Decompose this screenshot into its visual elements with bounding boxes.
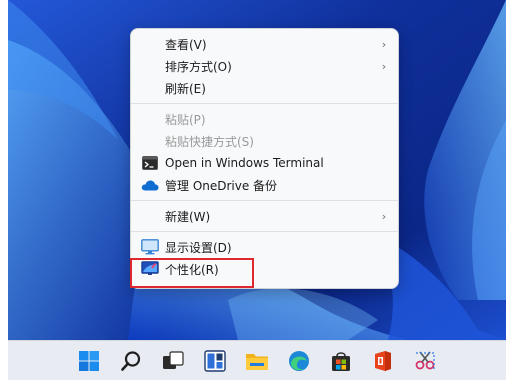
menu-item-label: 管理 OneDrive 备份 <box>165 178 278 193</box>
desktop-context-menu: 查看(V) › 排序方式(O) › 刷新(E) 粘贴(P) 粘贴快捷方式(S) … <box>130 28 399 289</box>
chevron-right-icon: › <box>381 209 387 223</box>
taskbar <box>8 340 506 380</box>
chevron-right-icon: › <box>381 37 387 51</box>
edge-icon[interactable] <box>282 344 316 378</box>
menu-item-onedrive-backup[interactable]: 管理 OneDrive 备份 <box>135 174 394 196</box>
search-icon[interactable] <box>114 344 148 378</box>
office-icon[interactable] <box>366 344 400 378</box>
menu-item-refresh[interactable]: 刷新(E) <box>135 77 394 99</box>
menu-divider <box>131 200 398 201</box>
widgets-icon[interactable] <box>198 344 232 378</box>
task-view-icon[interactable] <box>156 344 190 378</box>
highlight-box <box>130 258 254 288</box>
menu-item-paste[interactable]: 粘贴(P) <box>135 108 394 130</box>
menu-item-new[interactable]: 新建(W) › <box>135 205 394 227</box>
menu-item-label: 粘贴(P) <box>165 112 206 127</box>
menu-item-open-terminal[interactable]: Open in Windows Terminal <box>135 152 394 174</box>
menu-item-display-settings[interactable]: 显示设置(D) <box>135 236 394 258</box>
menu-divider <box>131 231 398 232</box>
menu-item-label: 查看(V) <box>165 37 207 52</box>
menu-item-paste-shortcut[interactable]: 粘贴快捷方式(S) <box>135 130 394 152</box>
menu-item-label: 显示设置(D) <box>165 240 232 255</box>
menu-item-label: 新建(W) <box>165 209 211 224</box>
menu-item-sort-by[interactable]: 排序方式(O) › <box>135 55 394 77</box>
chevron-right-icon: › <box>381 59 387 73</box>
terminal-icon <box>135 156 165 170</box>
menu-item-label: 排序方式(O) <box>165 59 232 74</box>
file-explorer-icon[interactable] <box>240 344 274 378</box>
onedrive-icon <box>135 179 165 191</box>
menu-item-view[interactable]: 查看(V) › <box>135 33 394 55</box>
menu-item-label: 粘贴快捷方式(S) <box>165 134 254 149</box>
display-icon <box>135 239 165 255</box>
store-icon[interactable] <box>324 344 358 378</box>
snipping-tool-icon[interactable] <box>408 344 442 378</box>
menu-item-label: 刷新(E) <box>165 81 206 96</box>
menu-item-label: Open in Windows Terminal <box>165 156 324 170</box>
menu-divider <box>131 103 398 104</box>
start-icon[interactable] <box>72 344 106 378</box>
